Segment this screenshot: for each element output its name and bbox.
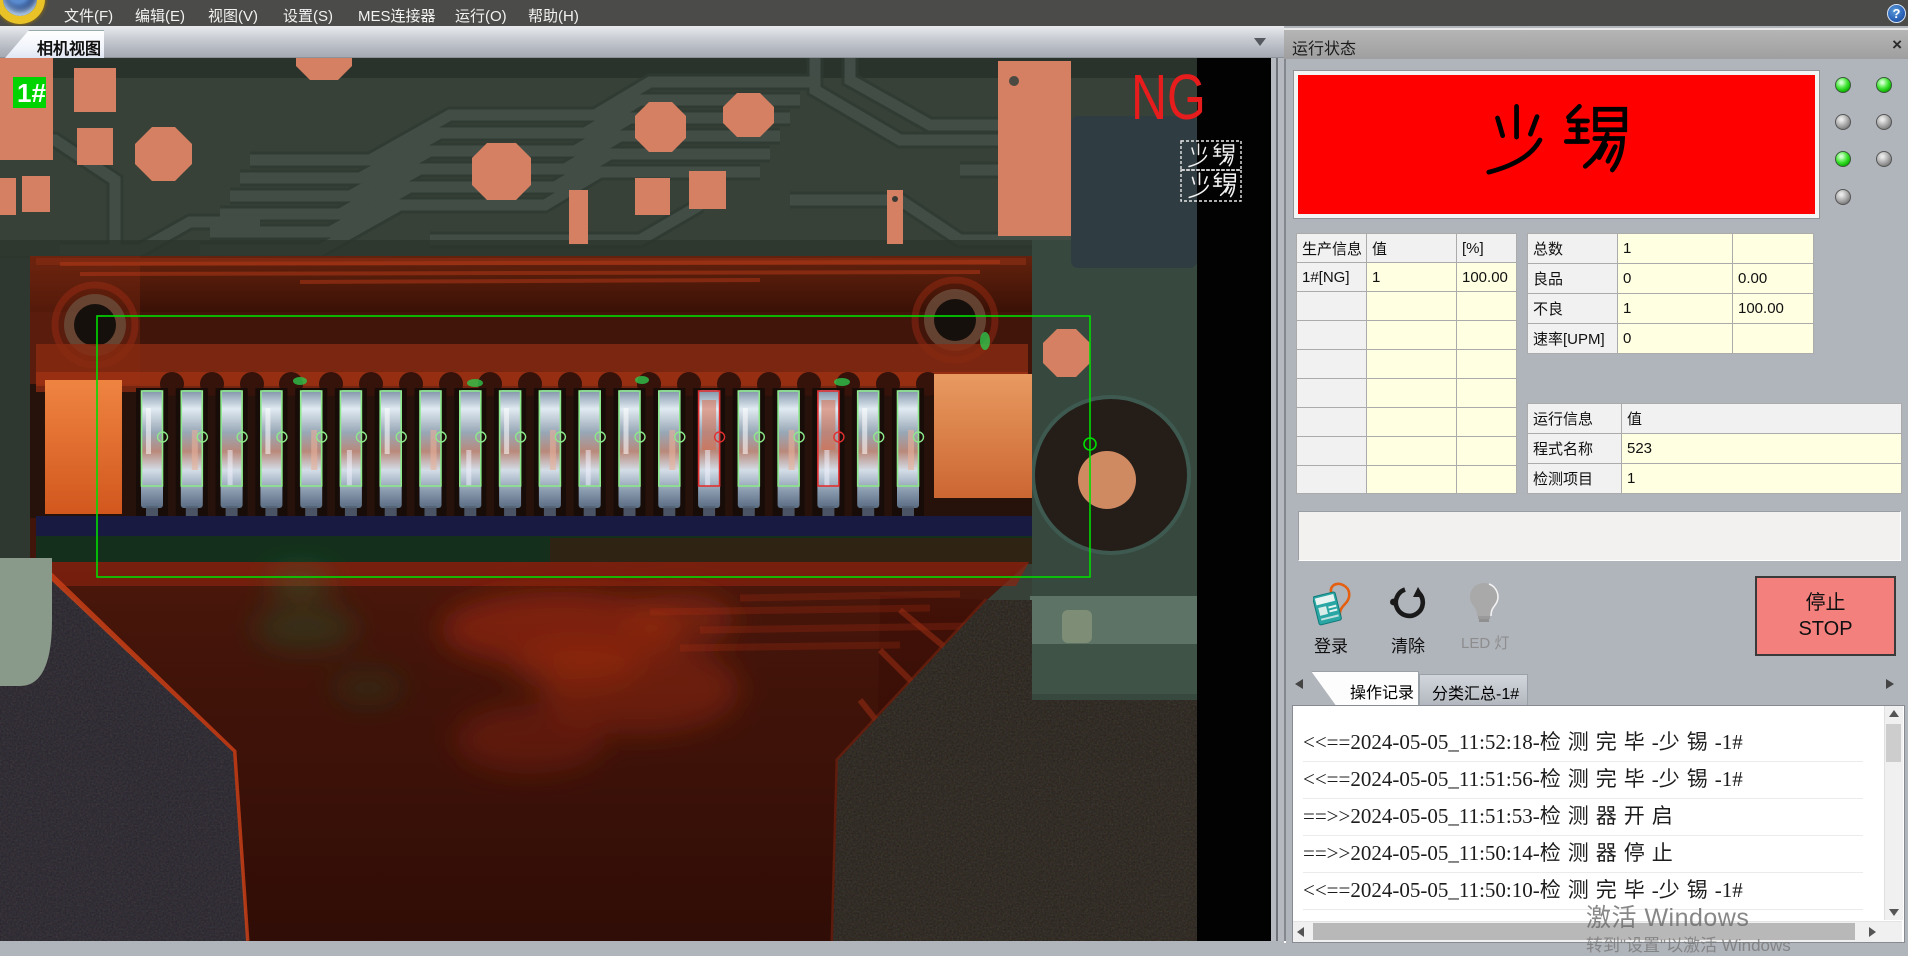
- svg-text:1#: 1#: [17, 78, 46, 108]
- svg-text:NG: NG: [1131, 62, 1206, 133]
